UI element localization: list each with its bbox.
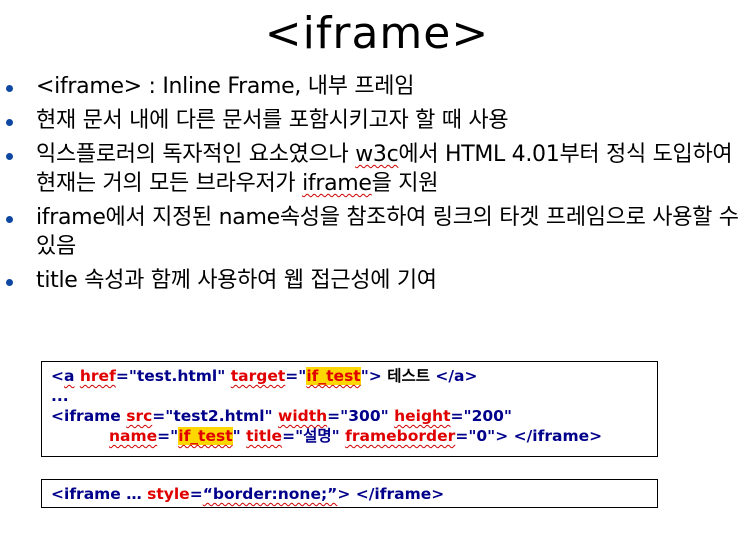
bullet-dot-icon [6,216,13,223]
code-attr: title [246,427,283,445]
code-punct: = [152,407,166,425]
code-punct: = [157,427,171,445]
code-value: "설명" [295,427,340,445]
code-punct: = [282,427,296,445]
bullet-dot-icon [6,153,13,160]
code-attr: frameborder [345,427,456,445]
bullet-text: 을 지원 [371,171,439,196]
code-tag: a [64,367,75,385]
code-punct: = [115,367,129,385]
bullet-text: <iframe> : Inline Frame, 내부 프레임 [36,74,415,99]
code-attr: name [109,427,158,445]
code-value: "test.html" [128,367,226,385]
code-highlight-value: if_test [306,367,361,385]
code-value: “border:none;” [202,485,338,503]
code-punct: > [368,367,382,385]
code-attr: height [394,407,451,425]
code-close-tag: </a> [435,367,478,385]
bullet-dot-icon [6,119,13,126]
bullet-text: iframe에서 지정된 name속성을 참조하여 링크의 타겟 프레임으로 사… [36,205,739,259]
code-style-box: <iframe … style=“border:none;”> </iframe… [41,479,658,508]
bullet-item: 익스플로러의 독자적인 요소였으나 w3c에서 HTML 4.01부터 정식 도… [6,140,746,198]
spellcheck-word: iframe [302,171,372,196]
code-tag: iframe [64,485,121,503]
code-punct: = [450,407,464,425]
code-punct: > [495,427,509,445]
code-close-tag: </iframe> [513,427,603,445]
code-punct: < [51,367,64,385]
code-value: "test2.html" [165,407,273,425]
spellcheck-word: w3c [355,142,399,167]
code-punct: < [51,407,64,425]
bullet-item: title 속성과 함께 사용하여 웹 접근성에 기여 [6,266,746,295]
code-tag: iframe [64,407,121,425]
code-line-style: <iframe … style=“border:none;”> </iframe… [51,484,657,504]
code-attr: href [79,367,116,385]
code-line-anchor: <a href="test.html" target="if_test"> 테스… [51,366,657,386]
slide-title: <iframe> [264,8,490,59]
code-value: "200" [463,407,513,425]
bullet-text: 현재 문서 내에 다른 문서를 포함시키고자 할 때 사용 [36,108,509,133]
code-line-iframe: <iframe src="test2.html" width="300" hei… [51,406,657,426]
code-ellipsis: … [120,485,148,503]
code-punct: > [337,485,351,503]
bullet-list: <iframe> : Inline Frame, 내부 프레임 현재 문서 내에… [6,72,746,300]
code-attr: target [230,367,286,385]
code-ellipsis: ... [51,387,69,405]
code-punct: = [189,485,203,503]
code-highlight-value: if_test [178,427,233,445]
code-attr: src [126,407,153,425]
bullet-text: 익스플로러의 독자적인 요소였으나 [36,142,356,167]
code-attr: width [278,407,328,425]
code-value: "300" [340,407,389,425]
bullet-text: title 속성과 함께 사용하여 웹 접근성에 기여 [36,268,437,293]
code-example-box: <a href="test.html" target="if_test"> 테스… [41,361,658,457]
bullet-item: 현재 문서 내에 다른 문서를 포함시키고자 할 때 사용 [6,106,746,135]
code-punct: " [360,367,369,385]
code-punct: = [327,407,341,425]
bullet-dot-icon [6,85,13,92]
code-punct: " [232,427,241,445]
bullet-dot-icon [6,279,13,286]
code-punct: = [455,427,469,445]
code-value: "0" [468,427,496,445]
code-line-iframe-cont: name="if_test" title="설명" frameborder="0… [51,426,657,446]
code-punct: = [285,367,299,385]
code-line-ellipsis: ... [51,386,657,406]
code-text: 테스트 [381,367,436,385]
bullet-item: <iframe> : Inline Frame, 내부 프레임 [6,72,746,101]
code-punct: < [51,485,64,503]
code-attr: style [147,485,190,503]
bullet-item: iframe에서 지정된 name속성을 참조하여 링크의 타겟 프레임으로 사… [6,203,746,261]
code-close-tag: </iframe> [355,485,445,503]
